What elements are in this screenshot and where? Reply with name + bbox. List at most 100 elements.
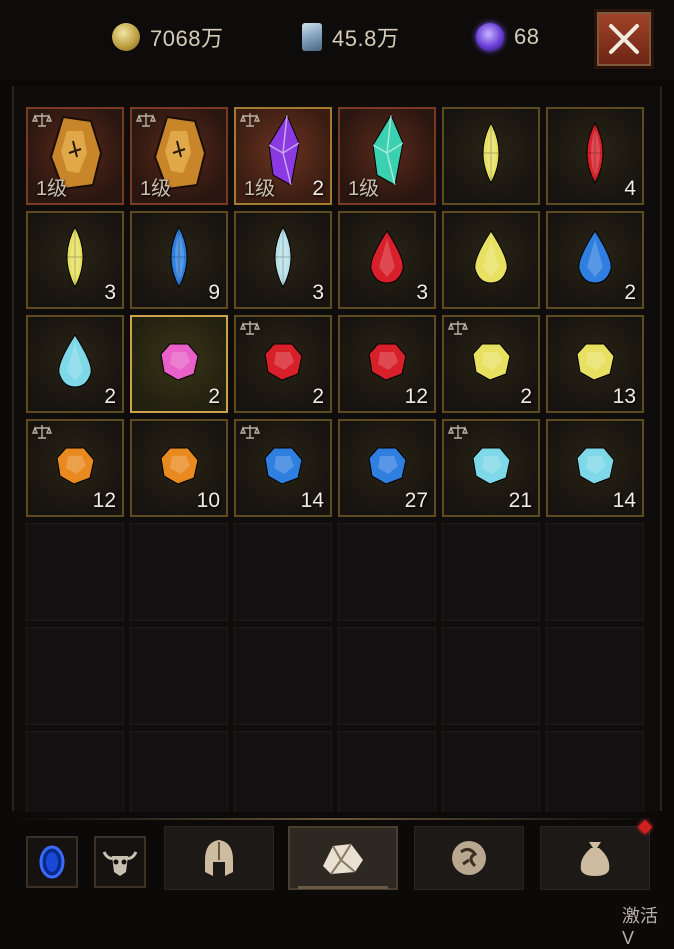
item-count: 12 xyxy=(404,385,428,408)
item-count: 9 xyxy=(208,281,220,304)
empty-inventory-slot[interactable] xyxy=(442,627,540,725)
tab-active-indicator xyxy=(298,886,388,889)
item-level: 1级 xyxy=(140,178,172,200)
empty-inventory-slot[interactable] xyxy=(338,627,436,725)
inventory-slot[interactable]: 9 xyxy=(130,211,228,309)
tab-runes[interactable] xyxy=(414,826,524,890)
inventory-slot[interactable] xyxy=(442,211,540,309)
item-level: 1级 xyxy=(36,178,68,200)
inventory-slot[interactable]: 14 xyxy=(546,419,644,517)
item-count: 14 xyxy=(612,489,636,512)
round-red-gem-icon xyxy=(368,343,407,381)
tradable-scale-icon xyxy=(448,321,468,335)
gold-amount: 7068万 xyxy=(150,26,224,51)
inventory-slot[interactable]: 2 xyxy=(234,315,332,413)
portal-button[interactable] xyxy=(26,836,78,888)
round-yellow-gem-icon xyxy=(576,343,615,381)
inventory-slot[interactable]: 1级 xyxy=(338,107,436,205)
inventory-slot[interactable]: 27 xyxy=(338,419,436,517)
round-orange-gem-icon xyxy=(160,447,199,485)
round-yellow-gem-icon xyxy=(472,343,511,381)
marquise-blue-gem-icon xyxy=(167,226,191,289)
inventory-slot[interactable]: 2 xyxy=(442,315,540,413)
item-count: 4 xyxy=(624,177,636,200)
blue-portal-icon xyxy=(39,845,65,879)
inventory-slot[interactable]: 14 xyxy=(234,419,332,517)
empty-inventory-slot[interactable] xyxy=(338,523,436,621)
tradable-scale-icon xyxy=(136,113,156,127)
item-count: 3 xyxy=(416,281,428,304)
inventory-slot[interactable]: 4 xyxy=(546,107,644,205)
inventory-slot[interactable] xyxy=(442,107,540,205)
round-orange-gem-icon xyxy=(56,447,95,485)
inventory-slot[interactable]: 2 xyxy=(546,211,644,309)
rune-icon xyxy=(452,841,486,875)
item-count: 27 xyxy=(404,489,428,512)
item-count: 2 xyxy=(208,385,220,408)
inventory-slot[interactable]: 3 xyxy=(338,211,436,309)
inventory-slot[interactable]: 1级 xyxy=(130,107,228,205)
gold-coin-icon xyxy=(112,23,140,51)
item-count: 2 xyxy=(624,281,636,304)
inventory-slot[interactable]: 2 xyxy=(130,315,228,413)
inventory-slot[interactable]: 10 xyxy=(130,419,228,517)
round-cyan-gem-icon xyxy=(576,447,615,485)
marquise-yellow-gem-icon xyxy=(63,226,87,289)
item-count: 2 xyxy=(312,385,324,408)
round-pink-gem-icon xyxy=(160,343,199,381)
empty-inventory-slot[interactable] xyxy=(26,627,124,725)
empty-inventory-slot[interactable] xyxy=(546,627,644,725)
empty-inventory-slot[interactable] xyxy=(234,627,332,725)
tab-equipment[interactable] xyxy=(164,826,274,890)
teardrop-blue-gem-icon xyxy=(578,230,612,284)
empty-inventory-slot[interactable] xyxy=(26,523,124,621)
teardrop-red-gem-icon xyxy=(370,230,404,284)
inventory-slot[interactable]: 21 xyxy=(442,419,540,517)
round-cyan-gem-icon xyxy=(472,447,511,485)
item-count: 2 xyxy=(520,385,532,408)
scroll-icon xyxy=(302,23,322,51)
scroll-currency: 45.8万 xyxy=(302,20,399,54)
sack-icon xyxy=(580,842,610,876)
teardrop-cyan-gem-icon xyxy=(58,334,92,388)
inventory-slot[interactable]: 3 xyxy=(234,211,332,309)
item-count: 12 xyxy=(92,489,116,512)
close-button[interactable] xyxy=(594,9,654,69)
round-blue-gem-icon xyxy=(264,447,303,485)
helmet-icon xyxy=(205,840,233,876)
inventory-slot[interactable]: 13 xyxy=(546,315,644,413)
item-count: 13 xyxy=(612,385,636,408)
item-count: 2 xyxy=(312,177,324,200)
tradable-scale-icon xyxy=(240,321,260,335)
empty-inventory-slot[interactable] xyxy=(130,523,228,621)
inventory-slot[interactable]: 3 xyxy=(26,211,124,309)
marquise-white-gem-icon xyxy=(271,226,295,289)
tradable-scale-icon xyxy=(240,113,260,127)
item-count: 3 xyxy=(104,281,116,304)
empty-inventory-slot[interactable] xyxy=(234,523,332,621)
item-level: 1级 xyxy=(244,178,276,200)
orb-amount: 68 xyxy=(514,24,540,49)
empty-inventory-slot[interactable] xyxy=(130,627,228,725)
teardrop-yellow-gem-icon xyxy=(474,230,508,284)
empty-inventory-slot[interactable] xyxy=(442,523,540,621)
inventory-slot[interactable]: 2 xyxy=(26,315,124,413)
item-count: 14 xyxy=(300,489,324,512)
tradable-scale-icon xyxy=(32,113,52,127)
inventory-slot[interactable]: 12 xyxy=(26,419,124,517)
tab-materials[interactable] xyxy=(540,826,650,890)
skull-button[interactable] xyxy=(94,836,146,888)
inventory-slot[interactable]: 1级 2 xyxy=(234,107,332,205)
item-count: 3 xyxy=(312,281,324,304)
divider xyxy=(14,818,660,820)
inventory-slot[interactable]: 12 xyxy=(338,315,436,413)
tab-gems[interactable] xyxy=(288,826,398,890)
tradable-scale-icon xyxy=(240,425,260,439)
round-red-gem-icon xyxy=(264,343,303,381)
scroll-amount: 45.8万 xyxy=(332,26,400,51)
orb-currency: 68 xyxy=(476,20,539,54)
item-level: 1级 xyxy=(348,178,380,200)
tradable-scale-icon xyxy=(448,425,468,439)
inventory-slot[interactable]: 1级 xyxy=(26,107,124,205)
empty-inventory-slot[interactable] xyxy=(546,523,644,621)
